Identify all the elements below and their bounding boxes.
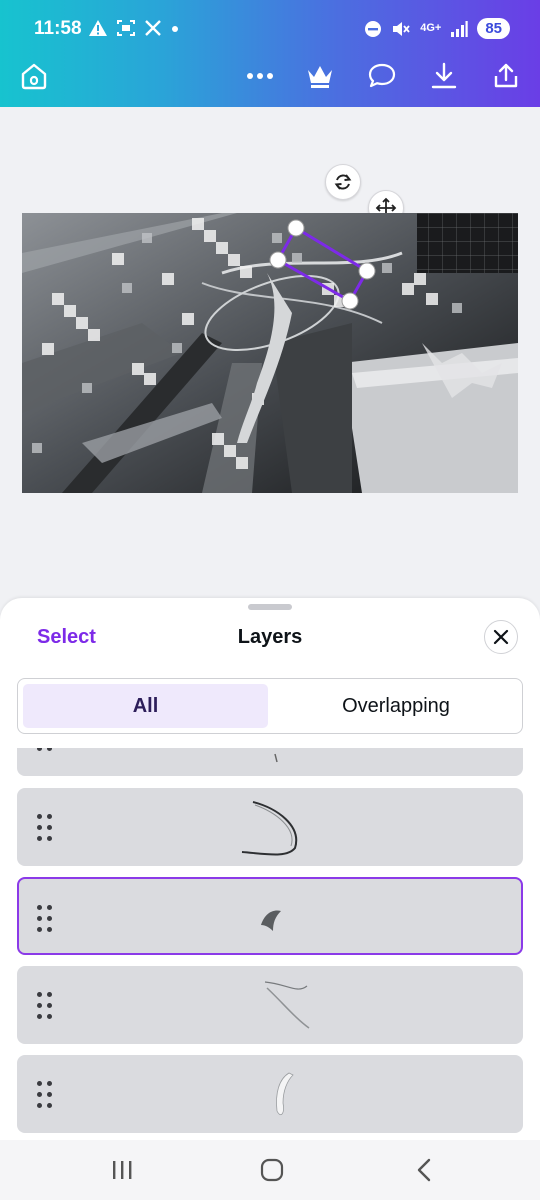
layer-item[interactable]	[17, 966, 523, 1044]
drag-grip-icon[interactable]	[37, 905, 57, 933]
layer-thumbnail	[276, 1072, 294, 1116]
drag-grip-icon[interactable]	[35, 748, 55, 752]
drag-grip-icon[interactable]	[35, 1081, 55, 1109]
screenshot-icon	[117, 20, 135, 36]
tab-overlapping[interactable]: Overlapping	[274, 684, 518, 728]
layer-filter-tabs: All Overlapping	[17, 678, 523, 734]
x-logo-icon	[145, 20, 161, 36]
signal-icon	[451, 20, 469, 37]
editor-toolbar	[0, 56, 540, 96]
download-icon	[431, 62, 457, 89]
more-button[interactable]	[240, 56, 280, 96]
layer-thumbnail	[241, 801, 298, 856]
home-icon	[260, 1158, 284, 1182]
battery-badge: 85	[477, 18, 510, 39]
layer-thumbnail	[274, 753, 278, 763]
layer-thumbnail	[264, 981, 310, 1029]
status-icons-right: 4G+ 85	[364, 18, 510, 39]
alert-icon	[89, 20, 107, 36]
drag-grip-icon[interactable]	[35, 814, 55, 842]
dnd-icon	[365, 20, 382, 37]
layer-item[interactable]	[17, 788, 523, 866]
premium-button[interactable]	[300, 56, 340, 96]
sheet-drag-handle[interactable]	[248, 604, 292, 610]
share-button[interactable]	[486, 56, 526, 96]
rotate-icon	[334, 174, 352, 190]
back-icon	[417, 1158, 431, 1182]
layer-item-selected[interactable]	[17, 877, 523, 955]
status-bar: 11:58 4G+ 85	[0, 0, 540, 60]
home-button[interactable]	[14, 56, 54, 96]
close-button[interactable]	[484, 620, 518, 654]
select-button[interactable]: Select	[37, 626, 96, 649]
crown-icon	[308, 66, 332, 88]
download-button[interactable]	[424, 56, 464, 96]
top-header: 11:58 4G+ 85	[0, 0, 540, 107]
design-canvas[interactable]	[22, 213, 518, 493]
back-button[interactable]	[404, 1152, 444, 1188]
recents-icon	[113, 1161, 132, 1179]
app-root: 11:58 4G+ 85 Layers Select All Overlappi…	[0, 0, 540, 1200]
status-icons-left	[88, 19, 180, 37]
status-time: 11:58	[34, 18, 82, 39]
system-nav-bar	[0, 1140, 540, 1200]
layer-thumbnail	[261, 910, 281, 931]
network-type: 4G+	[420, 22, 442, 34]
layer-item[interactable]	[17, 748, 523, 776]
more-icon	[247, 73, 273, 79]
dot-icon	[172, 26, 178, 32]
home-icon	[21, 63, 47, 90]
layer-item[interactable]	[17, 1055, 523, 1133]
recents-button[interactable]	[102, 1152, 142, 1188]
close-icon	[493, 629, 509, 645]
drag-grip-icon[interactable]	[35, 992, 55, 1020]
share-icon	[494, 63, 518, 88]
layers-list	[0, 748, 540, 1143]
mute-icon	[393, 21, 410, 36]
tab-all[interactable]: All	[23, 684, 268, 728]
home-nav-button[interactable]	[252, 1152, 292, 1188]
layers-panel: Layers Select All Overlapping	[0, 598, 540, 1143]
comment-icon	[368, 63, 396, 88]
comment-button[interactable]	[362, 56, 402, 96]
artwork-image	[22, 213, 518, 493]
rotate-handle[interactable]	[325, 164, 361, 200]
